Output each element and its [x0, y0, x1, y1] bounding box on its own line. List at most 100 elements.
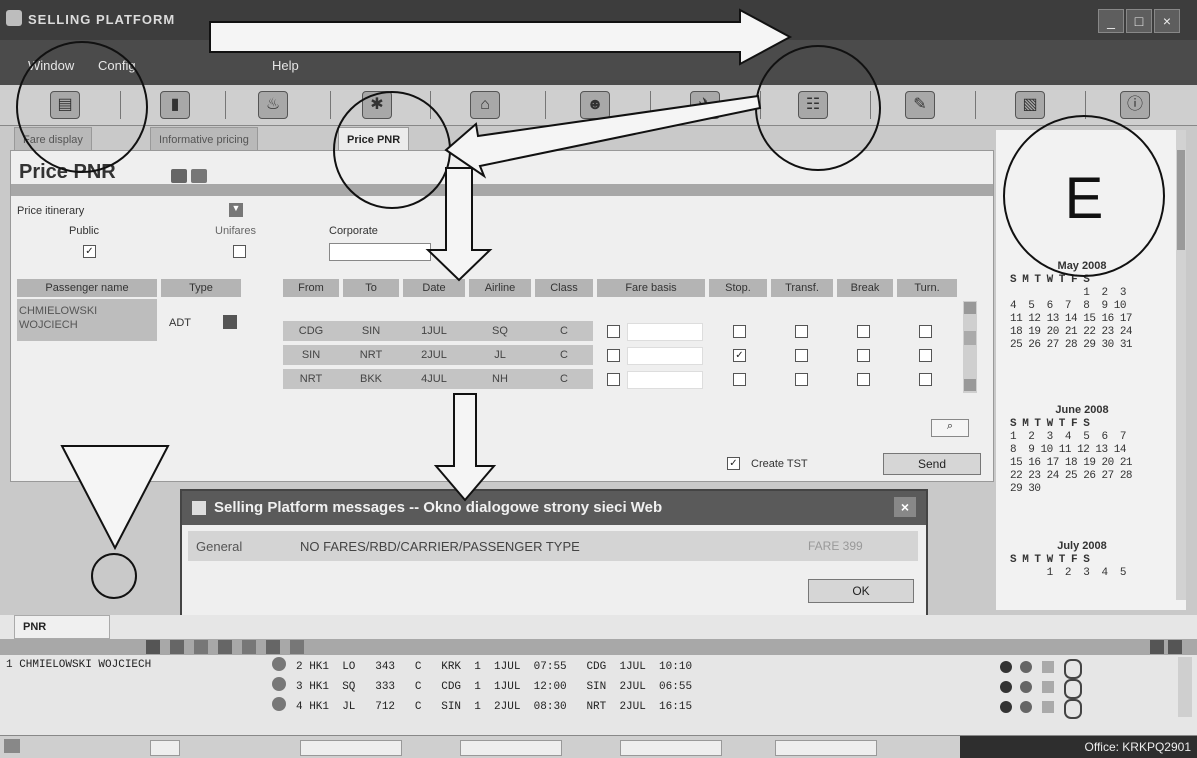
save-icon[interactable]	[146, 640, 160, 654]
tab-price-pnr[interactable]: Price PNR	[338, 127, 410, 152]
folder-icon[interactable]: ▮	[160, 91, 190, 119]
info-icon[interactable]: ⓘ	[1120, 91, 1150, 119]
seat-icon[interactable]: ♨	[258, 91, 288, 119]
message-row: General NO FARES/RBD/CARRIER/PASSENGER T…	[188, 531, 918, 561]
person-icon[interactable]: ☻	[580, 91, 610, 119]
undock-icon[interactable]	[1150, 640, 1164, 654]
create-tst-checkbox[interactable]: ✓	[727, 457, 740, 470]
pnr-scrollbar[interactable]	[1178, 657, 1192, 717]
fare-basis-checkbox[interactable]	[607, 373, 620, 386]
public-checkbox[interactable]: ✓	[83, 245, 96, 258]
tab-informative-pricing[interactable]: Informative pricing	[150, 127, 258, 152]
group-icon[interactable]: ☷	[798, 91, 828, 119]
fare-basis-checkbox[interactable]	[607, 325, 620, 338]
g-icon[interactable]	[1020, 701, 1032, 713]
plane-icon[interactable]: ✈	[690, 91, 720, 119]
stop-checkbox[interactable]	[733, 325, 746, 338]
col-stop: Stop.	[709, 279, 767, 297]
title-bar: SELLING PLATFORM _ □ ×	[0, 0, 1197, 40]
book-icon[interactable]: ▤	[50, 91, 80, 119]
stop-checkbox[interactable]	[733, 373, 746, 386]
turn-checkbox[interactable]	[919, 349, 932, 362]
passenger-row[interactable]: CHMIELOWSKI WOJCIECH	[17, 299, 157, 341]
dialog-close-icon[interactable]: ×	[894, 497, 916, 517]
status-field[interactable]	[775, 740, 877, 756]
minimize-button[interactable]: _	[1098, 9, 1124, 33]
close-button[interactable]: ×	[1154, 9, 1180, 33]
status-field[interactable]	[150, 740, 180, 756]
col-type: Type	[161, 279, 241, 297]
calendar-scrollbar[interactable]	[1176, 130, 1186, 600]
car-icon[interactable]: ⌂	[470, 91, 500, 119]
info-icon[interactable]	[1064, 679, 1082, 699]
break-checkbox[interactable]	[857, 373, 870, 386]
calendar-month-title: July 2008	[1057, 540, 1107, 552]
calendar-month-title: June 2008	[1055, 404, 1109, 416]
info-icon[interactable]	[1064, 659, 1082, 679]
export-icon[interactable]	[191, 169, 207, 183]
scroll-thumb[interactable]	[1177, 150, 1185, 250]
ok-button[interactable]: OK	[808, 579, 914, 603]
segment-icon[interactable]	[272, 697, 286, 711]
break-checkbox[interactable]	[857, 325, 870, 338]
status-field[interactable]	[300, 740, 402, 756]
print-icon[interactable]	[171, 169, 187, 183]
scroll-thumb[interactable]	[964, 331, 976, 345]
status-icon[interactable]	[1000, 701, 1012, 713]
col-transf: Transf.	[771, 279, 833, 297]
transf-checkbox[interactable]	[795, 325, 808, 338]
message-text: NO FARES/RBD/CARRIER/PASSENGER TYPE	[300, 539, 580, 554]
tab-pnr[interactable]: PNR	[14, 615, 110, 639]
chevron-down-icon[interactable]: ▼	[229, 203, 243, 217]
edit-icon[interactable]	[194, 640, 208, 654]
break-checkbox[interactable]	[857, 349, 870, 362]
home-icon[interactable]	[218, 640, 232, 654]
status-field[interactable]	[460, 740, 562, 756]
fare-basis-field[interactable]	[627, 371, 703, 389]
seat-icon[interactable]	[1042, 681, 1054, 693]
unifares-checkbox[interactable]	[233, 245, 246, 258]
fare-basis-field[interactable]	[627, 323, 703, 341]
pnr-segment-line[interactable]: 3 HK1 SQ 333 C CDG 1 1JUL 12:00 SIN 2JUL…	[296, 681, 692, 693]
scroll-down-icon[interactable]	[964, 379, 976, 391]
window-icon[interactable]	[1168, 640, 1182, 654]
seat-icon[interactable]	[1042, 701, 1054, 713]
corporate-field[interactable]	[329, 243, 431, 261]
fare-basis-checkbox[interactable]	[607, 349, 620, 362]
status-field[interactable]	[620, 740, 722, 756]
stop-checkbox[interactable]: ✓	[733, 349, 746, 362]
transf-checkbox[interactable]	[795, 373, 808, 386]
transf-checkbox[interactable]	[795, 349, 808, 362]
segment-icon[interactable]	[272, 657, 286, 671]
info-icon[interactable]	[1064, 699, 1082, 719]
send-button[interactable]: Send	[883, 453, 981, 475]
g-icon[interactable]	[1020, 681, 1032, 693]
note-icon[interactable]: ✎	[905, 91, 935, 119]
type-lookup-icon[interactable]	[223, 315, 237, 329]
clock-icon[interactable]	[266, 640, 280, 654]
new-icon[interactable]	[170, 640, 184, 654]
turn-checkbox[interactable]	[919, 373, 932, 386]
turn-checkbox[interactable]	[919, 325, 932, 338]
seat-icon[interactable]	[1042, 661, 1054, 673]
segment-scrollbar[interactable]	[963, 301, 977, 393]
segment-icon[interactable]	[272, 677, 286, 691]
menu-window[interactable]: Window	[28, 58, 74, 73]
maximize-button[interactable]: □	[1126, 9, 1152, 33]
fare-basis-field[interactable]	[627, 347, 703, 365]
tab-fare-display[interactable]: Fare display	[14, 127, 92, 152]
print-icon[interactable]	[290, 640, 304, 654]
document-icon[interactable]	[242, 640, 256, 654]
status-icon[interactable]	[1000, 661, 1012, 673]
status-icon[interactable]	[1000, 681, 1012, 693]
price-option-select[interactable]: Price itinerary ▼	[17, 203, 245, 219]
pnr-segment-line[interactable]: 2 HK1 LO 343 C KRK 1 1JUL 07:55 CDG 1JUL…	[296, 661, 692, 673]
bug-icon[interactable]: ✱	[362, 91, 392, 119]
search-icon[interactable]: ⌕	[931, 419, 969, 437]
menu-config[interactable]: Config	[98, 58, 136, 73]
pnr-segment-line[interactable]: 4 HK1 JL 712 C SIN 1 2JUL 08:30 NRT 2JUL…	[296, 701, 692, 713]
menu-help[interactable]: Help	[272, 58, 299, 73]
scroll-up-icon[interactable]	[964, 302, 976, 314]
clipboard-icon[interactable]: ▧	[1015, 91, 1045, 119]
g-icon[interactable]	[1020, 661, 1032, 673]
